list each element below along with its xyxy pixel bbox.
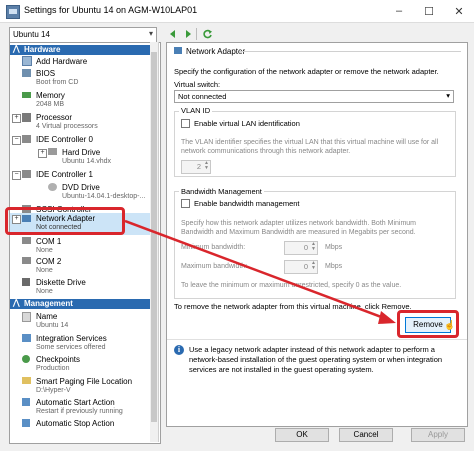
annotation-arrow xyxy=(124,219,396,324)
